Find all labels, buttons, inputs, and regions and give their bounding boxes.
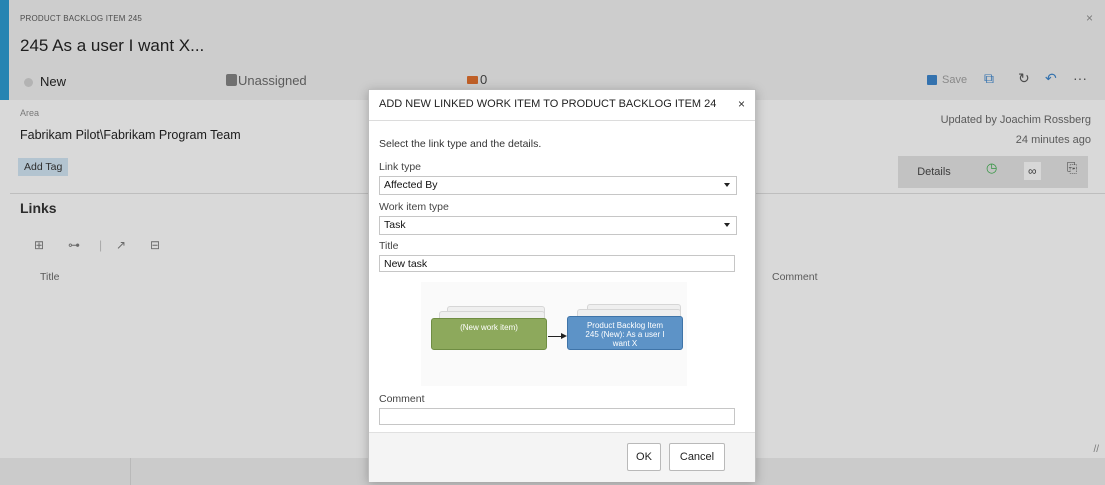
target-node-line: 245 (New): As a user I [585, 330, 665, 339]
target-node-line: Product Backlog Item [586, 321, 664, 330]
comment-input[interactable] [379, 408, 735, 425]
add-linked-item-dialog: ADD NEW LINKED WORK ITEM TO PRODUCT BACK… [368, 89, 756, 482]
ok-button[interactable]: OK [627, 443, 661, 471]
target-work-item-node: Product Backlog Item 245 (New): As a use… [567, 316, 683, 350]
cancel-button[interactable]: Cancel [669, 443, 725, 471]
target-node-line: want X [612, 339, 638, 348]
link-preview-diagram: (New work item) Product Backlog Item 245… [421, 282, 687, 386]
link-type-select[interactable]: Affected By [379, 176, 737, 195]
dialog-divider [369, 120, 755, 121]
title-input[interactable] [379, 255, 735, 272]
new-work-item-node: (New work item) [431, 318, 547, 350]
comment-label: Comment [379, 393, 425, 405]
chevron-down-icon [724, 183, 730, 187]
dialog-title: ADD NEW LINKED WORK ITEM TO PRODUCT BACK… [379, 98, 717, 110]
dialog-close-button[interactable]: × [738, 97, 745, 111]
work-item-type-select[interactable]: Task [379, 216, 737, 235]
link-type-value: Affected By [384, 179, 438, 191]
link-type-label: Link type [379, 161, 422, 173]
chevron-down-icon [724, 223, 730, 227]
link-arrow [548, 336, 562, 337]
dialog-instructions: Select the link type and the details. [379, 138, 542, 150]
work-item-type-label: Work item type [379, 201, 449, 213]
dialog-footer: OK Cancel [369, 432, 755, 482]
title-label: Title [379, 240, 399, 252]
work-item-type-value: Task [384, 219, 406, 231]
